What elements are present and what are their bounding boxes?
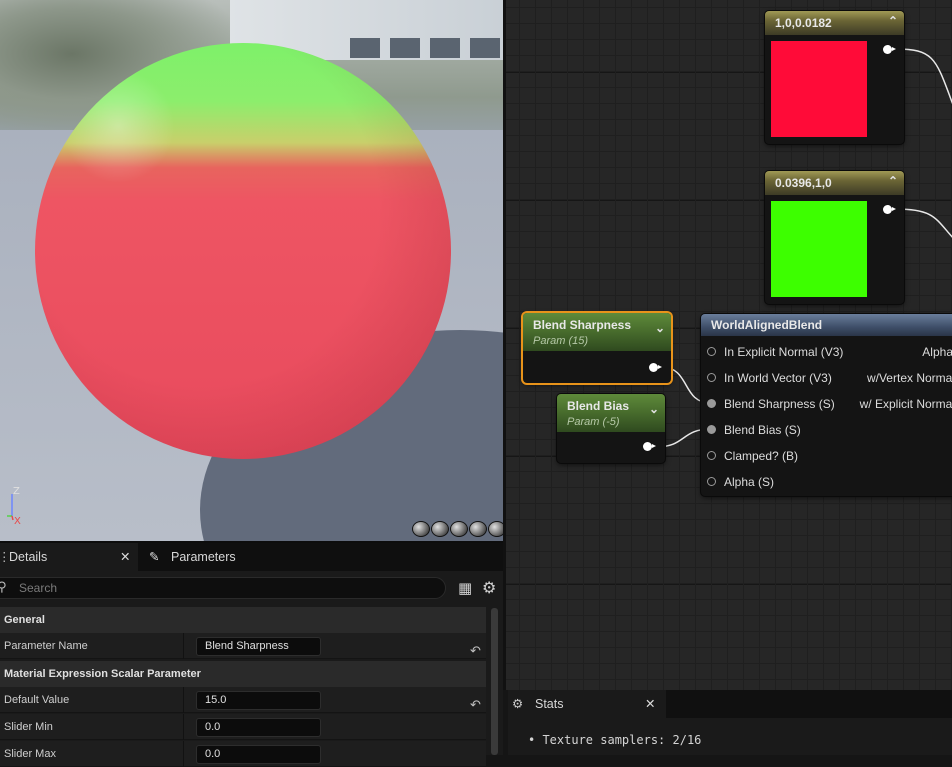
node-header: Blend Sharpness Param (15) ⌄: [523, 313, 671, 351]
color-swatch-green: [771, 201, 867, 297]
stats-line: • Texture samplers: 2/16: [528, 733, 702, 747]
close-icon[interactable]: ✕: [645, 690, 655, 718]
tab-details[interactable]: ⋮ Details ✕: [0, 543, 138, 571]
preview-shape-toolbar: [412, 521, 503, 539]
category-general[interactable]: General: [0, 607, 486, 633]
property-label: Slider Max: [4, 748, 56, 760]
input-pin-clamped[interactable]: Clamped? (B): [707, 448, 798, 464]
node-title: 1,0,0.0182: [775, 16, 832, 30]
axis-z-label: Z: [13, 486, 20, 497]
output-pin[interactable]: [643, 442, 656, 451]
input-pin-alpha[interactable]: Alpha (S): [707, 474, 774, 490]
input-pin-explicit-normal[interactable]: In Explicit Normal (V3): [707, 344, 843, 360]
pin-label: Blend Bias (S): [724, 423, 801, 437]
pin-label: In World Vector (V3): [724, 371, 832, 385]
property-parameter-name: Parameter Name Blend Sharpness ↶: [0, 633, 486, 659]
pin-label: Blend Sharpness (S): [724, 397, 835, 411]
tab-label: Details: [9, 550, 48, 564]
pin-icon[interactable]: [707, 451, 716, 461]
tab-label: Stats: [535, 697, 564, 711]
details-tabbar: ⋮ Details ✕ ✎ Parameters: [0, 543, 503, 571]
slider-min-field[interactable]: 0.0: [196, 718, 321, 737]
pin-icon[interactable]: [707, 399, 716, 409]
material-preview-viewport[interactable]: Z X: [0, 0, 503, 541]
scalar-parameter-node-blend-bias[interactable]: Blend Bias Param (-5) ⌄: [557, 394, 665, 463]
node-subtitle: Param (-5): [567, 416, 620, 428]
node-header: 0.0396,1,0 ⌃: [765, 171, 904, 195]
pin-label: Clamped? (B): [724, 449, 799, 463]
node-header: 1,0,0.0182 ⌃: [765, 11, 904, 35]
axis-gizmo: Z X: [7, 486, 21, 524]
node-header: WorldAlignedBlend: [701, 314, 952, 336]
pin-icon[interactable]: [707, 425, 716, 435]
search-icon: ⚲: [0, 580, 7, 595]
property-label: Slider Min: [4, 721, 53, 733]
output-pin-vertex-normals[interactable]: w/Vertex Normals: [867, 370, 952, 386]
output-pin[interactable]: [883, 205, 896, 214]
input-pin-blend-bias[interactable]: Blend Bias (S): [707, 422, 801, 438]
pin-label: Alpha (S): [724, 475, 775, 489]
teapot-preview-icon[interactable]: [488, 521, 503, 537]
output-pin-explicit-normal[interactable]: w/ Explicit Normal: [860, 396, 952, 412]
stats-icon: ⚙: [512, 697, 524, 711]
output-pin-alpha[interactable]: Alpha: [922, 344, 952, 360]
property-slider-min: Slider Min 0.0: [0, 714, 486, 740]
node-title: 0.0396,1,0: [775, 176, 832, 190]
search-input[interactable]: ⚲ Search: [0, 577, 446, 599]
details-scrollbar[interactable]: [491, 608, 498, 755]
parameter-name-field[interactable]: Blend Sharpness: [196, 637, 321, 656]
node-header: Blend Bias Param (-5) ⌄: [557, 394, 665, 432]
cube-preview-icon[interactable]: [469, 521, 487, 537]
collapse-chevron-icon[interactable]: ⌄: [649, 402, 659, 416]
search-placeholder: Search: [19, 581, 58, 595]
output-pin[interactable]: [649, 363, 662, 372]
node-subtitle: Param (15): [533, 335, 589, 347]
material-graph[interactable]: 1,0,0.0182 ⌃ 0.0396,1,0 ⌃ Blend Sharpnes…: [503, 0, 952, 690]
property-slider-max: Slider Max 0.0: [0, 741, 486, 767]
plane-preview-icon[interactable]: [450, 521, 468, 537]
axis-x-label: X: [14, 516, 21, 524]
pencil-icon: ✎: [149, 550, 160, 564]
property-default-value: Default Value 15.0 ↶: [0, 687, 486, 713]
tab-stats[interactable]: ⚙ Stats ✕: [508, 690, 666, 718]
input-pin-world-vector[interactable]: In World Vector (V3): [707, 370, 832, 386]
tab-label: Parameters: [171, 550, 236, 564]
tab-parameters[interactable]: ✎ Parameters: [146, 543, 296, 571]
node-title: Blend Bias: [567, 399, 630, 413]
collapse-chevron-icon[interactable]: ⌃: [888, 14, 898, 28]
constant-vector-node-green[interactable]: 0.0396,1,0 ⌃: [765, 171, 904, 304]
collapse-chevron-icon[interactable]: ⌃: [888, 174, 898, 188]
pin-icon[interactable]: [707, 347, 716, 357]
preview-sphere: [35, 43, 451, 459]
input-pin-blend-sharpness[interactable]: Blend Sharpness (S): [707, 396, 835, 412]
node-title: Blend Sharpness: [533, 318, 632, 332]
scalar-parameter-node-blend-sharpness[interactable]: Blend Sharpness Param (15) ⌄: [523, 313, 671, 383]
world-aligned-blend-node[interactable]: WorldAlignedBlend In Explicit Normal (V3…: [701, 314, 952, 496]
pin-icon[interactable]: [707, 477, 716, 487]
collapse-chevron-icon[interactable]: ⌄: [655, 321, 665, 335]
output-pin[interactable]: [883, 45, 896, 54]
constant-vector-node-red[interactable]: 1,0,0.0182 ⌃: [765, 11, 904, 144]
default-value-field[interactable]: 15.0: [196, 691, 321, 710]
stats-panel: ⚙ Stats ✕ • Texture samplers: 2/16: [508, 690, 952, 755]
color-swatch-red: [771, 41, 867, 137]
stats-tabbar: ⚙ Stats ✕: [508, 690, 952, 718]
table-view-icon[interactable]: ▦: [458, 579, 472, 597]
property-label: Default Value: [4, 694, 70, 706]
cylinder-preview-icon[interactable]: [412, 521, 430, 537]
pin-icon[interactable]: [707, 373, 716, 383]
details-search-row: ⚲ Search ▦ ⚙: [0, 571, 503, 607]
gear-icon[interactable]: ⚙: [482, 578, 496, 597]
node-title: WorldAlignedBlend: [711, 318, 823, 332]
sphere-preview-icon[interactable]: [431, 521, 449, 537]
close-icon[interactable]: ✕: [120, 543, 130, 571]
category-scalar-parameter[interactable]: Material Expression Scalar Parameter: [0, 661, 486, 687]
property-label: Parameter Name: [4, 640, 88, 652]
pin-label: In Explicit Normal (V3): [724, 345, 844, 359]
